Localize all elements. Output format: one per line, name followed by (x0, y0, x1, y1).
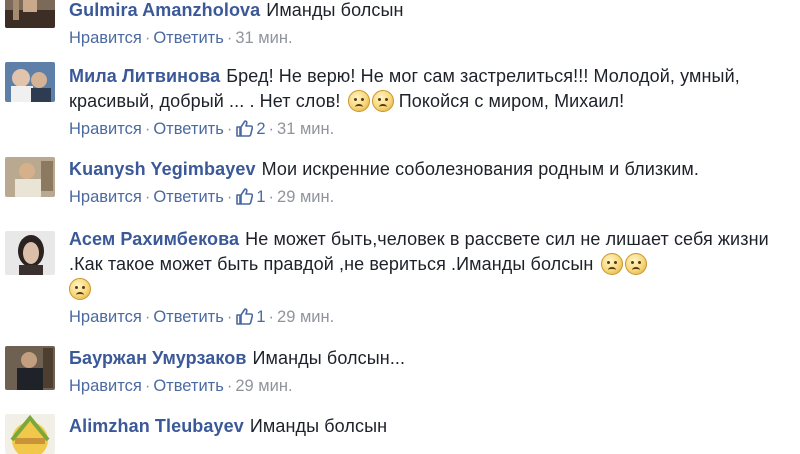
thumbs-up-icon (236, 308, 254, 325)
avatar[interactable] (5, 62, 55, 102)
comment-author[interactable]: Мила Литвинова (69, 66, 220, 86)
comment-time[interactable]: 29 мин. (277, 188, 334, 206)
comment-message: Иманды болсын... (252, 348, 406, 368)
comment-actions: Нравится · Ответить · 2 · 31 мин. (69, 118, 780, 140)
thumbs-up-icon (236, 188, 254, 205)
comment-text: Gulmira Amanzholova Иманды болсын (69, 0, 780, 23)
like-button[interactable]: Нравится (69, 29, 142, 47)
comment-author[interactable]: Бауржан Умурзаков (69, 348, 247, 368)
comment-author[interactable]: Асем Рахимбекова (69, 229, 239, 249)
thumbs-up-icon (236, 120, 254, 137)
separator: · (226, 377, 233, 395)
comment-text: Alimzhan Tleubayev Иманды болсын (69, 414, 780, 439)
comment-time[interactable]: 31 мин. (277, 120, 334, 138)
like-button[interactable]: Нравится (69, 120, 142, 138)
comment-time[interactable]: 29 мин. (235, 377, 292, 395)
comment-message: Иманды болсын (266, 0, 404, 20)
separator: · (226, 120, 233, 138)
like-button[interactable]: Нравится (69, 308, 142, 326)
comment-text: Мила Литвинова Бред! Не верю! Не мог сам … (69, 64, 780, 114)
like-count[interactable]: 1 (235, 188, 266, 206)
sad-face-emoji-icon (69, 278, 91, 300)
reply-button[interactable]: Ответить (153, 188, 224, 206)
comment-actions: Нравится · Ответить · 31 мин. (69, 27, 780, 49)
sad-face-emoji-icon (371, 90, 394, 112)
reply-button[interactable]: Ответить (153, 120, 224, 138)
comment-time[interactable]: 31 мин. (235, 29, 292, 47)
comment-message-tail: Покойся с миром, Михаил! (393, 91, 625, 111)
comment-text: Бауржан Умурзаков Иманды болсын... (69, 346, 780, 371)
comment-text: Асем Рахимбекова Не может быть,человек в … (69, 227, 780, 302)
like-button[interactable]: Нравится (69, 188, 142, 206)
comment-author[interactable]: Gulmira Amanzholova (69, 0, 260, 20)
avatar[interactable] (5, 0, 55, 28)
comment-time[interactable]: 29 мин. (277, 308, 334, 326)
sad-face-emoji-icon (624, 253, 647, 275)
comment-actions: Нравится · Ответить · 1 · 29 мин. (69, 306, 780, 328)
comment-author[interactable]: Kuanysh Yegimbayev (69, 159, 256, 179)
comment-message: Иманды болсын (249, 416, 388, 436)
separator: · (268, 120, 275, 138)
comment-text: Kuanysh Yegimbayev Мои искренние соболезн… (69, 157, 780, 182)
comment-actions: Нравится · Ответить · 1 · 29 мин. (69, 186, 780, 208)
comment-author[interactable]: Alimzhan Tleubayev (69, 416, 244, 436)
avatar[interactable] (5, 414, 55, 454)
comment-message: Мои искренние соболезнования родным и бл… (261, 159, 699, 179)
separator: · (226, 188, 233, 206)
sad-face-emoji-icon (600, 253, 623, 275)
separator: · (226, 29, 233, 47)
like-button[interactable]: Нравится (69, 377, 142, 395)
separator: · (144, 120, 151, 138)
separator: · (144, 188, 151, 206)
separator: · (268, 188, 275, 206)
reply-button[interactable]: Ответить (153, 377, 224, 395)
avatar[interactable] (5, 231, 55, 275)
like-count[interactable]: 2 (235, 120, 266, 138)
separator: · (226, 308, 233, 326)
avatar[interactable] (5, 346, 55, 390)
avatar[interactable] (5, 157, 55, 197)
separator: · (144, 377, 151, 395)
separator: · (144, 308, 151, 326)
comment-actions: Нравится · Ответить · 29 мин. (69, 375, 780, 397)
sad-face-emoji-icon (347, 90, 370, 112)
separator: · (144, 29, 151, 47)
separator: · (268, 308, 275, 326)
reply-button[interactable]: Ответить (153, 29, 224, 47)
reply-button[interactable]: Ответить (153, 308, 224, 326)
like-count[interactable]: 1 (235, 308, 266, 326)
